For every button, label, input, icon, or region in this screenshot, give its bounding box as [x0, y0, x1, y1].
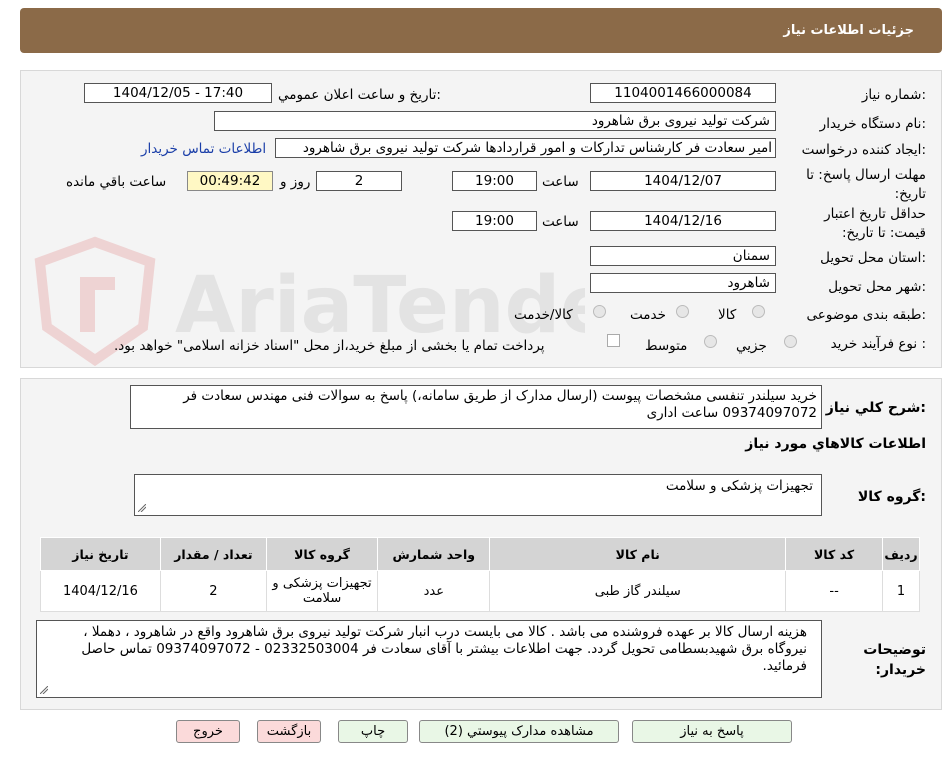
remaining-timer: 00:49:42 [187, 171, 273, 191]
summary-label: شرح کلي نياز: [825, 400, 926, 416]
goods-group-text: تجهیزات پزشکی و سلامت [665, 478, 813, 494]
validity-time-field: 19:00 [452, 211, 537, 231]
goods-group-label: گروه کالا: [857, 489, 926, 505]
announce-field: 1404/12/05 - 17:40 [84, 83, 272, 103]
category-option-goods-service: کالا/خدمت [514, 307, 573, 323]
category-radio-service[interactable] [676, 305, 689, 318]
city-field: شاهرود [590, 273, 776, 293]
goods-section-title: اطلاعات کالاهاي مورد نياز [745, 436, 926, 452]
payment-note: پرداخت تمام يا بخشی از مبلغ خريد،از محل … [114, 338, 545, 354]
days-label: روز و [280, 174, 311, 190]
reply-time-field: 19:00 [452, 171, 537, 191]
purchase-radio-medium[interactable] [704, 335, 717, 348]
province-label: استان محل تحويل: [820, 250, 926, 266]
treasury-checkbox[interactable] [607, 334, 620, 347]
exit-button[interactable]: خروج [176, 720, 240, 743]
remaining-label: ساعت باقي مانده [66, 174, 167, 190]
page-header: جزئیات اطلاعات نیاز [20, 8, 942, 53]
summary-textarea[interactable]: خرید سیلندر تنفسی مشخصات پیوست (ارسال مد… [130, 385, 822, 429]
purchase-option-minor: جزيي [736, 338, 767, 354]
requester-field: امیر سعادت فر کارشناس تدارکات و امور قرا… [275, 138, 776, 158]
validity-label: حداقل تاريخ اعتبار قيمت: تا تاريخ: [824, 206, 926, 241]
reply-date-field: 1404/12/07 [590, 171, 776, 191]
col-group: گروه کالا [265, 537, 379, 571]
view-attachments-button[interactable]: مشاهده مدارک پيوستي (2) [419, 720, 619, 743]
reply-time-label: ساعت [542, 174, 579, 190]
need-number-field: 1104001466000084 [590, 83, 776, 103]
buyer-notes-textarea[interactable]: هزینه ارسال کالا بر عهده فروشنده می باشد… [36, 620, 822, 698]
category-label: طبقه بندی موضوعی: [806, 307, 926, 323]
goods-group-textarea[interactable]: تجهیزات پزشکی و سلامت [134, 474, 822, 516]
table-row: 1 -- سیلندر گاز طبی عدد تجهیزات پزشکی و … [40, 570, 920, 612]
cell-group: تجهیزات پزشکی و سلامت [265, 570, 379, 612]
back-button[interactable]: بازگشت [257, 720, 321, 743]
col-qty: تعداد / مقدار [159, 537, 267, 571]
category-radio-goods[interactable] [752, 305, 765, 318]
buyer-notes-text: هزینه ارسال کالا بر عهده فروشنده می باشد… [81, 624, 807, 674]
days-field: 2 [316, 171, 402, 191]
validity-time-label: ساعت [542, 214, 579, 230]
cell-code: -- [785, 570, 884, 612]
col-row: رديف [882, 537, 920, 571]
col-name: نام کالا [489, 537, 787, 571]
buyer-notes-label: توضيحات خريدار: [863, 642, 926, 678]
buyer-org-label: نام دستگاه خريدار: [819, 116, 926, 132]
cell-row: 1 [882, 570, 920, 612]
category-radio-goods-service[interactable] [593, 305, 606, 318]
buyer-contact-link[interactable]: اطلاعات تماس خريدار [141, 141, 266, 157]
buyer-org-field: شرکت تولید نیروی برق شاهرود [214, 111, 776, 131]
requester-label: ايجاد کننده درخواست: [801, 142, 926, 158]
col-date: تاريخ نياز [40, 537, 161, 571]
need-number-label: شماره نیاز: [861, 87, 926, 103]
category-option-goods: کالا [718, 307, 737, 323]
cell-qty: 2 [159, 570, 267, 612]
goods-table: رديف کد کالا نام کالا واحد شمارش گروه کا… [40, 537, 920, 612]
cell-date: 1404/12/16 [40, 570, 161, 612]
col-unit: واحد شمارش [377, 537, 491, 571]
resize-grip-icon [138, 504, 146, 512]
province-field: سمنان [590, 246, 776, 266]
page-title: جزئیات اطلاعات نیاز [783, 23, 914, 38]
print-button[interactable]: چاپ [338, 720, 408, 743]
category-option-service: خدمت [630, 307, 666, 323]
announce-label: تاریخ و ساعت اعلان عمومي: [278, 87, 441, 103]
resize-grip-icon [40, 686, 48, 694]
purchase-radio-minor[interactable] [784, 335, 797, 348]
cell-name: سیلندر گاز طبی [489, 570, 787, 612]
purchase-type-label: نوع فرآيند خريد : [830, 336, 926, 352]
city-label: شهر محل تحويل: [828, 279, 926, 295]
col-code: کد کالا [785, 537, 884, 571]
validity-date-field: 1404/12/16 [590, 211, 776, 231]
cell-unit: عدد [377, 570, 491, 612]
goods-table-header: رديف کد کالا نام کالا واحد شمارش گروه کا… [40, 537, 920, 571]
reply-deadline-label: مهلت ارسال پاسخ: تا تاریخ: [806, 167, 926, 202]
summary-text: خرید سیلندر تنفسی مشخصات پیوست (ارسال مد… [183, 388, 817, 421]
reply-button[interactable]: پاسخ به نياز [632, 720, 792, 743]
purchase-option-medium: متوسط [645, 338, 688, 354]
